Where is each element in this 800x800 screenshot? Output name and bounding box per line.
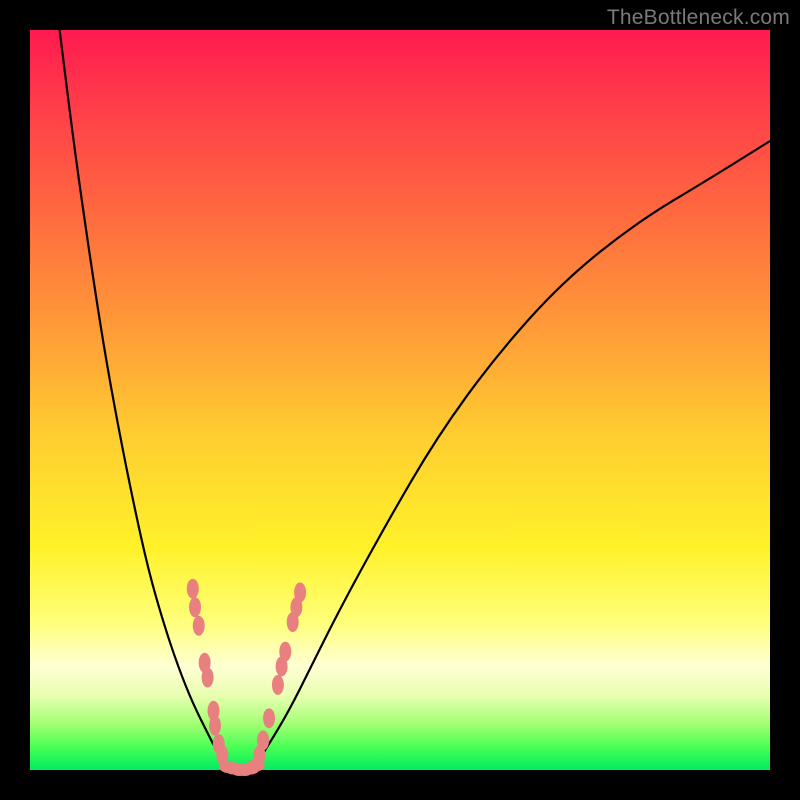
- curve-right-branch: [252, 141, 770, 770]
- data-marker: [272, 675, 284, 695]
- data-marker: [202, 668, 214, 688]
- chart-frame: TheBottleneck.com: [0, 0, 800, 800]
- data-marker: [257, 730, 269, 750]
- watermark-text: TheBottleneck.com: [607, 6, 790, 30]
- data-marker: [193, 616, 205, 636]
- data-marker: [189, 597, 201, 617]
- data-marker: [279, 642, 291, 662]
- chart-overlay: [30, 30, 770, 770]
- data-marker: [187, 579, 199, 599]
- data-markers: [187, 579, 306, 776]
- data-marker: [263, 708, 275, 728]
- data-marker: [294, 582, 306, 602]
- data-marker: [209, 716, 221, 736]
- data-marker: [247, 760, 265, 772]
